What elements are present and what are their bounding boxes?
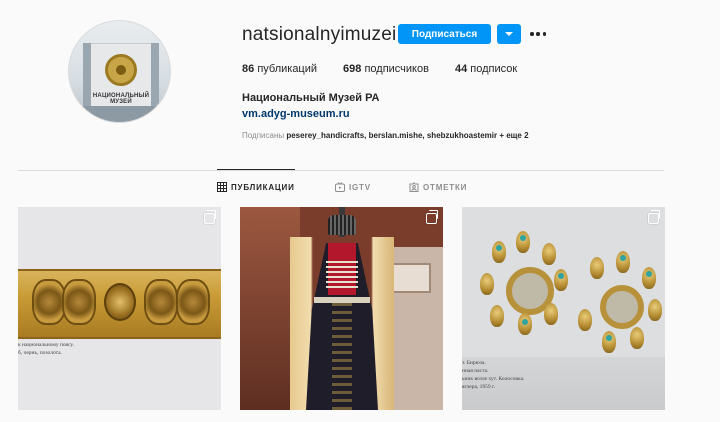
post-thumbnail[interactable] bbox=[240, 207, 443, 410]
chevron-down-icon bbox=[505, 32, 513, 36]
profile-stats: 86 публикаций 698 подписчиков 44 подписо… bbox=[242, 63, 543, 75]
stat-posts-count: 86 bbox=[242, 63, 255, 75]
tagged-icon bbox=[409, 182, 419, 192]
tab-igtv[interactable]: IGTV bbox=[335, 182, 371, 192]
caption-line: к национальному поясу. bbox=[18, 342, 75, 348]
tabs-divider bbox=[18, 170, 664, 171]
stat-followers[interactable]: 698 подписчиков bbox=[343, 63, 429, 75]
avatar-sign: НАЦИОНАЛЬНЫЙ МУЗЕЙ bbox=[92, 93, 150, 105]
more-options-button[interactable] bbox=[530, 29, 546, 39]
turquoise-stone bbox=[646, 271, 652, 277]
tab-posts[interactable]: ПУБЛИКАЦИИ bbox=[217, 182, 295, 192]
grid-icon bbox=[217, 182, 227, 192]
stat-posts-label: публикаций bbox=[257, 63, 318, 75]
tab-posts-label: ПУБЛИКАЦИИ bbox=[231, 182, 295, 192]
turquoise-stone bbox=[522, 319, 528, 325]
active-tab-indicator bbox=[217, 169, 295, 170]
stat-followers-label: подписчиков bbox=[364, 63, 429, 75]
belt-buckle bbox=[104, 283, 136, 321]
costume-trim bbox=[332, 303, 352, 410]
profile-username: natsionalnyimuzei bbox=[242, 24, 397, 45]
costume-clasps bbox=[326, 261, 358, 291]
post-caption-label: т. Бирюза. нная паста. ьник возле хут. К… bbox=[462, 359, 524, 391]
stat-following[interactable]: 44 подписок bbox=[455, 63, 517, 75]
carousel-icon bbox=[648, 210, 660, 224]
stat-following-count: 44 bbox=[454, 63, 468, 75]
earring-petal bbox=[590, 257, 604, 279]
profile-full-name: Национальный Музей РА bbox=[242, 92, 380, 104]
more-dot-icon bbox=[530, 32, 534, 36]
profile-website-link[interactable]: vm.adyg-museum.ru bbox=[242, 108, 350, 120]
follow-button[interactable]: Подписаться bbox=[398, 24, 491, 44]
stat-following-label: подписок bbox=[470, 63, 518, 75]
belt-ornament bbox=[176, 279, 210, 325]
earring-petal bbox=[630, 327, 644, 349]
tab-tagged-label: ОТМЕТКИ bbox=[423, 182, 468, 192]
post-thumbnail[interactable]: т. Бирюза. нная паста. ьник возле хут. К… bbox=[462, 207, 665, 410]
followed-by-prefix: Подписаны bbox=[242, 131, 285, 140]
turquoise-stone bbox=[520, 235, 526, 241]
followed-by-more: + еще 2 bbox=[499, 131, 529, 140]
suggestions-dropdown-button[interactable] bbox=[497, 24, 521, 44]
avatar-ground bbox=[69, 106, 170, 122]
turquoise-stone bbox=[620, 255, 626, 261]
turquoise-stone bbox=[496, 245, 502, 251]
caption-line: т. Бирюза. bbox=[462, 360, 486, 366]
profile-avatar[interactable]: НАЦИОНАЛЬНЫЙ МУЗЕЙ bbox=[68, 20, 171, 123]
more-dot-icon bbox=[536, 32, 540, 36]
tab-igtv-label: IGTV bbox=[349, 182, 371, 192]
followed-by[interactable]: Подписаны peserey_handicrafts, berslan.m… bbox=[242, 131, 529, 140]
more-dot-icon bbox=[542, 32, 546, 36]
tab-tagged[interactable]: ОТМЕТКИ bbox=[409, 182, 467, 192]
post-caption-label: к национальному поясу. б, чернь, позолот… bbox=[18, 341, 74, 357]
carousel-icon bbox=[204, 210, 216, 224]
post-thumbnail[interactable]: к национальному поясу. б, чернь, позолот… bbox=[18, 207, 221, 410]
stat-followers-count: 698 bbox=[343, 63, 362, 75]
costume-window bbox=[391, 263, 431, 293]
caption-line: ьник возле хут. Колосовка. bbox=[462, 376, 525, 382]
caption-line: нная паста. bbox=[462, 368, 489, 374]
earring-petal bbox=[542, 243, 556, 265]
earring-right bbox=[600, 285, 644, 329]
caption-line: яглера, 1959 г. bbox=[462, 384, 496, 390]
stat-posts: 86 публикаций bbox=[242, 63, 317, 75]
igtv-icon bbox=[335, 182, 345, 192]
earring-petal bbox=[480, 273, 494, 295]
earring-petal bbox=[648, 299, 662, 321]
earring-petal bbox=[578, 309, 592, 331]
belt-ornament bbox=[32, 279, 66, 325]
avatar-emblem bbox=[105, 54, 137, 86]
belt-ornament bbox=[144, 279, 178, 325]
costume-cap bbox=[328, 215, 356, 235]
turquoise-stone bbox=[558, 273, 564, 279]
earring-petal bbox=[544, 303, 558, 325]
earring-petal bbox=[490, 305, 504, 327]
followed-by-names: peserey_handicrafts, berslan.mishe, sheb… bbox=[286, 131, 498, 140]
belt-ornament bbox=[62, 279, 96, 325]
carousel-icon bbox=[426, 210, 438, 224]
turquoise-stone bbox=[606, 335, 612, 341]
caption-line: б, чернь, позолота. bbox=[18, 350, 62, 356]
